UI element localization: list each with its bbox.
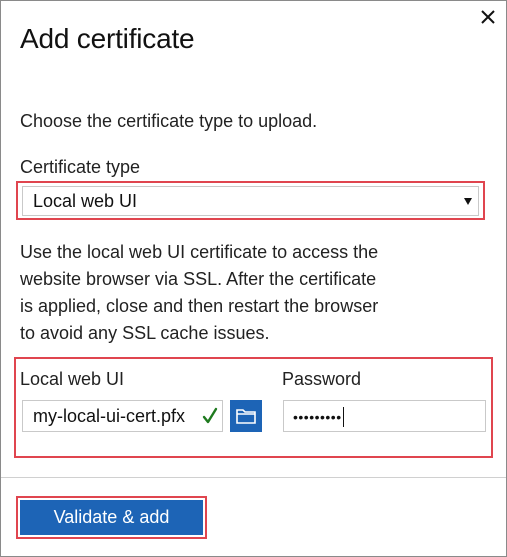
close-icon [481, 10, 495, 24]
password-input[interactable]: ••••••••• [283, 400, 486, 432]
local-web-ui-label: Local web UI [20, 369, 125, 389]
text-cursor [342, 407, 344, 427]
description-line: to avoid any SSL cache issues. [20, 323, 270, 343]
certificate-description: Use the local web UI certificate to acce… [20, 239, 430, 347]
certificate-file-name: my-local-ui-cert.pfx [33, 406, 186, 426]
close-button[interactable] [476, 5, 500, 29]
browse-file-button[interactable] [230, 400, 262, 432]
description-line: website browser via SSL. After the certi… [20, 269, 377, 289]
dropdown-arrow-icon [464, 198, 472, 205]
dialog-title: Add certificate [20, 23, 195, 54]
validate-add-button[interactable]: Validate & add [20, 500, 203, 535]
certificate-type-value: Local web UI [33, 191, 138, 211]
password-label: Password [282, 369, 362, 389]
certificate-type-select[interactable]: Local web UI [22, 186, 479, 216]
checkmark-icon [200, 405, 220, 427]
description-line: is applied, close and then restart the b… [20, 296, 379, 316]
add-certificate-dialog: Add certificate Choose the certificate t… [0, 0, 507, 557]
certificate-file-input[interactable]: my-local-ui-cert.pfx [22, 400, 223, 432]
folder-icon [236, 409, 256, 424]
password-masked-text: ••••••••• [293, 409, 342, 425]
password-value: ••••••••• [293, 407, 344, 427]
footer-divider [1, 477, 506, 478]
certificate-type-label: Certificate type [20, 157, 141, 177]
intro-text: Choose the certificate type to upload. [20, 111, 318, 131]
description-line: Use the local web UI certificate to acce… [20, 242, 379, 262]
